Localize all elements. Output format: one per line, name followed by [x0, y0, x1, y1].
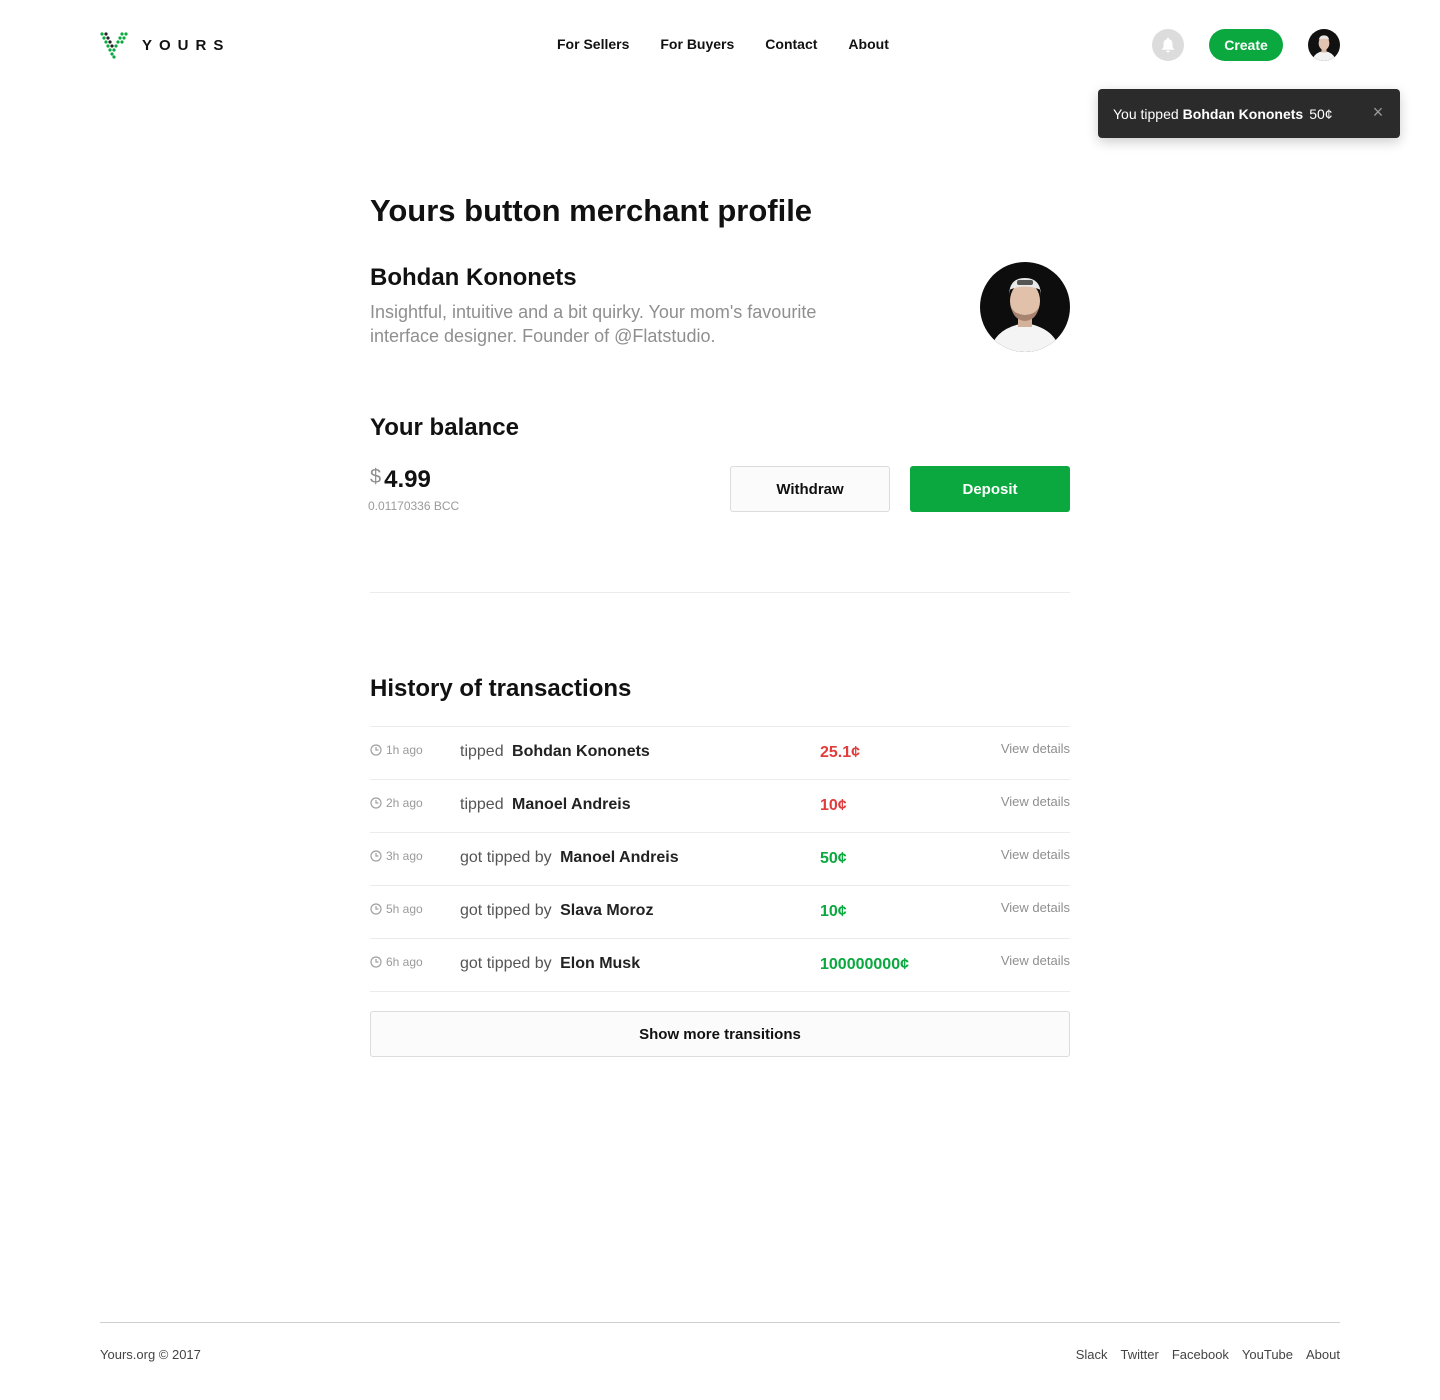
transaction-time-label: 2h ago [386, 796, 423, 810]
view-details-link[interactable]: View details [1001, 953, 1070, 968]
balance-bcc: 0.01170336 BCC [368, 499, 460, 513]
section-divider [370, 592, 1070, 593]
balance-amount: $ 4.99 [370, 464, 431, 494]
footer-link-youtube[interactable]: YouTube [1242, 1347, 1293, 1362]
footer-link-about[interactable]: About [1306, 1347, 1340, 1362]
transaction-row: 3h ago got tipped by Manoel Andreis 50¢ … [370, 833, 1070, 886]
profile-bio: Insightful, intuitive and a bit quirky. … [370, 302, 817, 346]
nav-link-for-sellers[interactable]: For Sellers [557, 36, 629, 52]
transaction-row: 1h ago tipped Bohdan Kononets 25.1¢ View… [370, 727, 1070, 780]
history-title: History of transactions [370, 675, 632, 702]
profile-name: Bohdan Kononets [370, 264, 577, 291]
transaction-description: got tipped by Manoel Andreis [460, 849, 679, 867]
transaction-action: tipped [460, 743, 504, 760]
transaction-action: got tipped by [460, 902, 552, 919]
nav-link-for-buyers[interactable]: For Buyers [660, 36, 734, 52]
view-details-link[interactable]: View details [1001, 741, 1070, 756]
transaction-time: 5h ago [370, 902, 423, 916]
user-avatar[interactable] [1308, 29, 1340, 61]
view-details-link[interactable]: View details [1001, 847, 1070, 862]
transaction-time: 2h ago [370, 796, 423, 810]
transaction-action: got tipped by [460, 955, 552, 972]
copyright: Yours.org © 2017 [100, 1347, 201, 1362]
transaction-description: tipped Manoel Andreis [460, 796, 631, 814]
transaction-description: tipped Bohdan Kononets [460, 743, 650, 761]
currency-sign: $ [370, 466, 382, 488]
toast-prefix: You tipped [1113, 105, 1179, 122]
toast-amount: 50¢ [1309, 105, 1333, 122]
footer-link-facebook[interactable]: Facebook [1172, 1347, 1229, 1362]
clock-icon [370, 956, 382, 968]
transaction-party: Slava Moroz [560, 902, 654, 919]
transaction-description: got tipped by Slava Moroz [460, 902, 653, 920]
clock-icon [370, 903, 382, 915]
create-button[interactable]: Create [1209, 29, 1283, 61]
transaction-amount: 25.1¢ [820, 744, 861, 761]
transaction-party: Elon Musk [560, 955, 641, 972]
profile-portrait-icon [980, 262, 1070, 352]
transaction-description: got tipped by Elon Musk [460, 955, 640, 973]
transaction-time: 3h ago [370, 849, 423, 863]
footer-link-slack[interactable]: Slack [1076, 1347, 1108, 1362]
logo[interactable]: YOURS [100, 31, 230, 59]
profile-avatar [980, 262, 1070, 352]
nav-link-contact[interactable]: Contact [765, 36, 817, 52]
balance-title: Your balance [370, 414, 519, 441]
view-details-link[interactable]: View details [1001, 794, 1070, 809]
page-title: Yours button merchant profile [370, 193, 813, 228]
transaction-time-label: 3h ago [386, 849, 423, 863]
main-nav: For Sellers For Buyers Contact About [557, 36, 920, 52]
footer-link-twitter[interactable]: Twitter [1121, 1347, 1159, 1362]
transaction-party: Manoel Andreis [560, 849, 679, 866]
logo-mark-icon [100, 32, 128, 59]
transaction-amount: 100000000¢ [820, 956, 909, 973]
clock-icon [370, 797, 382, 809]
balance-value: 4.99 [384, 466, 431, 493]
transaction-time: 1h ago [370, 743, 423, 757]
clock-icon [370, 850, 382, 862]
site-header: YOURS For Sellers For Buyers Contact Abo… [0, 0, 1440, 90]
show-more-button[interactable]: Show more transitions [370, 1011, 1070, 1057]
clock-icon [370, 744, 382, 756]
transaction-amount: 10¢ [820, 903, 847, 920]
transaction-row: 6h ago got tipped by Elon Musk 100000000… [370, 939, 1070, 992]
view-details-link[interactable]: View details [1001, 900, 1070, 915]
logo-text: YOURS [142, 36, 231, 54]
footer-links: Slack Twitter Facebook YouTube About [1063, 1347, 1340, 1362]
footer-divider [100, 1322, 1340, 1323]
transaction-party: Manoel Andreis [512, 796, 631, 813]
avatar-portrait-icon [1308, 29, 1340, 61]
toast-name: Bohdan Kononets [1182, 105, 1304, 122]
transaction-time: 6h ago [370, 955, 423, 969]
transaction-amount: 10¢ [820, 797, 847, 814]
close-icon[interactable]: × [1370, 103, 1386, 121]
transaction-time-label: 5h ago [386, 902, 423, 916]
transaction-time-label: 1h ago [386, 743, 423, 757]
transaction-amount: 50¢ [820, 850, 847, 867]
transaction-time-label: 6h ago [386, 955, 423, 969]
transaction-action: tipped [460, 796, 504, 813]
transaction-action: got tipped by [460, 849, 552, 866]
transaction-row: 2h ago tipped Manoel Andreis 10¢ View de… [370, 780, 1070, 833]
notifications-button[interactable] [1152, 29, 1184, 61]
transaction-list: 1h ago tipped Bohdan Kononets 25.1¢ View… [370, 726, 1070, 992]
tip-toast: You tipped Bohdan Kononets 50¢ × [1098, 89, 1400, 138]
nav-link-about[interactable]: About [848, 36, 888, 52]
bell-icon [1162, 37, 1174, 53]
withdraw-button[interactable]: Withdraw [730, 466, 890, 512]
deposit-button[interactable]: Deposit [910, 466, 1070, 512]
transaction-row: 5h ago got tipped by Slava Moroz 10¢ Vie… [370, 886, 1070, 939]
transaction-party: Bohdan Kononets [512, 743, 650, 760]
